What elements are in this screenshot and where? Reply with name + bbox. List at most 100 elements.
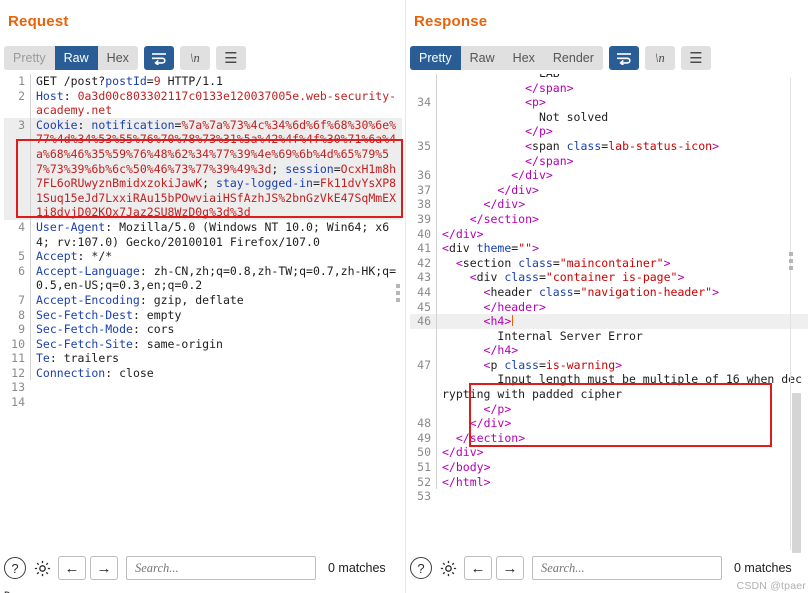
code-line: 35 <span class=lab-status-icon> [410, 138, 808, 154]
response-search-prev-button[interactable]: ← [464, 556, 492, 580]
word-wrap-icon [616, 52, 631, 65]
text-caret [512, 315, 514, 327]
code-text: Connection: close [30, 365, 402, 381]
request-search-prev-button[interactable]: ← [58, 556, 86, 580]
line-number: 13 [11, 380, 25, 395]
code-line: 14 [4, 395, 402, 410]
code-line: 41 <div theme=""> [410, 241, 808, 256]
line-number: 5 [18, 249, 25, 264]
line-number: 7 [18, 292, 25, 307]
request-matches-label: 0 matches [328, 561, 386, 575]
request-tab-hex[interactable]: Hex [98, 46, 138, 70]
code-line: 34 <p> [410, 95, 808, 110]
code-line: 46 <h4> [410, 314, 808, 329]
code-line: 1 GET /post?postId=9 HTTP/1.1 [4, 74, 402, 89]
code-text: </div> [436, 226, 808, 242]
request-panel: Request Pretty Raw Hex \n ☰ 1 GET /post?p… [0, 0, 406, 593]
response-settings-button[interactable] [436, 557, 460, 579]
line-number: 34 [417, 95, 431, 110]
response-modebar: Pretty Raw Hex Render \n ☰ [410, 46, 711, 70]
word-wrap-icon [151, 52, 166, 65]
code-line: 45 </header> [410, 299, 808, 315]
code-line: 37 </div> [410, 182, 808, 198]
response-search-box[interactable] [532, 556, 722, 580]
line-number: 47 [417, 357, 431, 372]
response-code-rows: LAB </span>34 <p> Not solved </p>35 <spa… [410, 74, 808, 504]
response-newline-button[interactable]: \n [644, 46, 675, 70]
code-line: 38 </div> [410, 197, 808, 212]
response-search-next-button[interactable]: → [496, 556, 524, 580]
request-search-input[interactable] [133, 559, 309, 577]
code-line: 53 [410, 489, 808, 504]
response-scroll-rail [790, 78, 791, 550]
request-menu-button[interactable]: ☰ [215, 46, 246, 70]
response-footer-bar: ? ← → 0 matches CSDN @tpaer [406, 551, 812, 593]
code-text: Accept: */* [30, 249, 402, 264]
request-tab-pretty[interactable]: Pretty [4, 46, 55, 70]
request-tab-raw[interactable]: Raw [54, 46, 98, 70]
code-text: GET /post?postId=9 HTTP/1.1 [30, 74, 402, 89]
code-text: Accept-Language: zh-CN,zh;q=0.8,zh-TW;q=… [30, 263, 402, 293]
response-search-input[interactable] [539, 559, 715, 577]
code-line: 12 Connection: close [4, 365, 402, 381]
code-line: 5 Accept: */* [4, 249, 402, 264]
request-search-box[interactable] [126, 556, 316, 580]
request-modebar: Pretty Raw Hex \n ☰ [4, 46, 246, 70]
code-text: <div class="container is-page"> [436, 270, 808, 285]
code-line: Internal Server Error [410, 328, 808, 344]
response-tab-render[interactable]: Render [544, 46, 603, 70]
request-code-rows: 1 GET /post?postId=9 HTTP/1.1 2 Host: 0a3d0… [4, 74, 402, 410]
line-number: 35 [417, 138, 431, 153]
response-panel: Response Pretty Raw Hex Render \n ☰ LAB [406, 0, 812, 593]
line-number: 45 [417, 299, 431, 314]
response-scroll-handle[interactable] [789, 252, 793, 270]
line-number: 46 [417, 314, 431, 329]
response-editor[interactable]: LAB </span>34 <p> Not solved </p>35 <spa… [410, 74, 808, 553]
response-tab-raw[interactable]: Raw [461, 46, 504, 70]
code-text: </div> [436, 168, 808, 183]
request-tab-group[interactable]: Pretty Raw Hex [4, 46, 138, 70]
response-tab-pretty[interactable]: Pretty [410, 46, 461, 70]
code-line: 8 Sec-Fetch-Dest: empty [4, 307, 402, 323]
code-text: </p> [436, 401, 808, 417]
response-scrollbar-thumb[interactable] [792, 393, 801, 553]
code-text: Accept-Encoding: gzip, deflate [30, 292, 402, 308]
request-word-wrap-button[interactable] [143, 46, 174, 70]
request-editor[interactable]: 1 GET /post?postId=9 HTTP/1.1 2 Host: 0a3d0… [4, 74, 402, 553]
code-line: 3 Cookie: notification=%7a%7a%73%4c%34%6d… [4, 117, 402, 220]
request-settings-button[interactable] [30, 557, 54, 579]
response-tab-group[interactable]: Pretty Raw Hex Render [410, 46, 603, 70]
code-text: </section> [436, 430, 808, 446]
code-line: 40 </div> [410, 226, 808, 242]
code-text: </div> [436, 182, 808, 198]
code-text: <div theme=""> [436, 241, 808, 256]
response-word-wrap-button[interactable] [608, 46, 639, 70]
burp-repeater-window: Request Pretty Raw Hex \n ☰ 1 GET /post?p… [0, 0, 812, 593]
code-text: </header> [436, 299, 808, 315]
request-help-button[interactable]: ? [4, 557, 26, 579]
line-number: 38 [417, 197, 431, 212]
request-scroll-handle[interactable] [396, 284, 400, 302]
request-search-next-button[interactable]: → [90, 556, 118, 580]
response-help-button[interactable]: ? [410, 557, 432, 579]
code-text: </section> [436, 211, 808, 227]
code-text: User-Agent: Mozilla/5.0 (Windows NT 10.0… [30, 219, 402, 250]
line-number: 49 [417, 430, 431, 445]
request-newline-button[interactable]: \n [179, 46, 210, 70]
code-line: LAB [410, 74, 808, 81]
line-number: 42 [417, 255, 431, 270]
code-line: 51 </body> [410, 460, 808, 475]
line-number: 14 [11, 395, 25, 410]
line-number: 10 [11, 336, 25, 351]
code-text: </span> [436, 80, 808, 96]
code-line: 11 Te: trailers [4, 351, 402, 366]
code-line: 48 </div> [410, 416, 808, 431]
code-text: </span> [436, 153, 808, 169]
code-line: </p> [410, 124, 808, 139]
code-line: 9 Sec-Fetch-Mode: cors [4, 322, 402, 337]
code-text: </p> [436, 124, 808, 139]
response-tab-hex[interactable]: Hex [504, 46, 544, 70]
code-text: Te: trailers [30, 351, 402, 366]
response-menu-button[interactable]: ☰ [680, 46, 711, 70]
line-number: 41 [417, 241, 431, 256]
